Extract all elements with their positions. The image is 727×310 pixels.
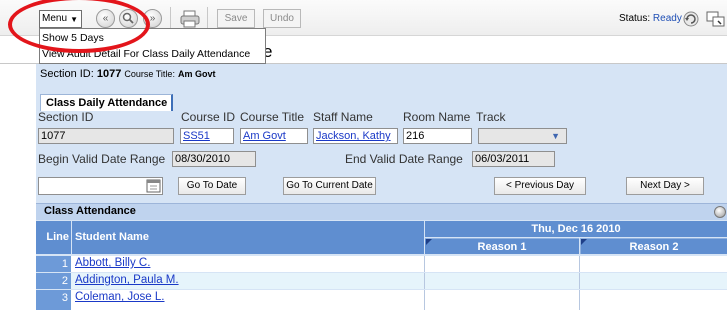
begin-date-field: 08/30/2010: [172, 151, 256, 167]
col-header-date: Thu, Dec 16 2010: [425, 221, 727, 237]
col-header-reason-2: Reason 2: [580, 238, 727, 254]
print-icon[interactable]: [179, 10, 201, 28]
student-name-link[interactable]: Addington, Paula M.: [75, 274, 179, 286]
section-id-label: Section ID:: [40, 68, 94, 80]
go-to-current-date-button[interactable]: Go To Current Date: [283, 177, 376, 195]
collapse-icon[interactable]: [714, 206, 726, 218]
begin-date-label: Begin Valid Date Range: [38, 152, 166, 166]
course-title-link[interactable]: Am Govt: [240, 128, 308, 144]
toolbar-divider: [207, 7, 208, 29]
course-title-value: Am Govt: [178, 69, 216, 79]
section-id-value: 1077: [96, 68, 122, 80]
previous-day-button[interactable]: < Previous Day: [494, 177, 586, 195]
reason-1-cell[interactable]: [424, 290, 579, 310]
col-header-line: Line: [36, 221, 71, 254]
go-to-date-button[interactable]: Go To Date: [178, 177, 246, 195]
table-row[interactable]: 3 Coleman, Jose L.: [36, 290, 727, 310]
next-day-button[interactable]: Next Day >: [626, 177, 704, 195]
windows-icon[interactable]: [706, 10, 727, 28]
student-name-link[interactable]: Coleman, Jose L.: [75, 291, 165, 303]
reason-2-cell[interactable]: [579, 290, 727, 310]
room-name-field[interactable]: 216: [403, 128, 472, 144]
tab-class-daily-attendance[interactable]: Class Daily Attendance: [40, 94, 174, 111]
end-date-field: 06/03/2011: [472, 151, 555, 167]
course-id-field-label: Course ID: [181, 110, 236, 124]
room-name-field-label: Room Name: [403, 110, 471, 124]
status-label: Status:: [619, 13, 651, 24]
staff-name-link[interactable]: Jackson, Kathy: [313, 128, 398, 144]
grid-title-bar: Class Attendance: [36, 203, 727, 220]
table-row[interactable]: 2 Addington, Paula M.: [36, 273, 727, 289]
grid-title: Class Attendance: [44, 205, 136, 217]
staff-name-field-label: Staff Name: [313, 110, 373, 124]
status-value: Ready: [652, 13, 682, 24]
reason-1-cell[interactable]: [424, 273, 579, 289]
track-field-label: Track: [476, 110, 506, 124]
toolbar-divider: [170, 7, 171, 29]
calendar-icon[interactable]: [145, 177, 163, 195]
table-row[interactable]: 1 Abbott, Billy C.: [36, 256, 727, 272]
chevron-down-icon: ▼: [551, 131, 560, 141]
track-select[interactable]: ▼: [478, 128, 567, 144]
section-id-field: 1077: [38, 128, 174, 144]
reason-1-cell[interactable]: [424, 256, 579, 272]
refresh-icon[interactable]: [682, 10, 700, 28]
undo-button[interactable]: Undo: [263, 9, 301, 28]
save-button[interactable]: Save: [217, 9, 255, 28]
reason-2-cell[interactable]: [579, 273, 727, 289]
course-title-label: Course Title:: [124, 69, 175, 79]
section-id-field-label: Section ID: [38, 110, 94, 124]
section-summary: Section ID: 1077 Course Title: Am Govt: [40, 68, 216, 80]
course-title-field-label: Course Title: [240, 110, 305, 124]
row-line-number: 2: [36, 273, 71, 289]
reason-2-cell[interactable]: [579, 256, 727, 272]
row-line-number: 1: [36, 256, 71, 272]
col-header-student-name[interactable]: Student Name: [72, 221, 424, 254]
col-header-reason-1: Reason 1: [425, 238, 579, 254]
course-id-link[interactable]: SS51: [180, 128, 234, 144]
status-text: Status: Ready: [619, 13, 682, 24]
row-line-number: 3: [36, 290, 71, 310]
student-name-link[interactable]: Abbott, Billy C.: [75, 257, 150, 269]
end-date-label: End Valid Date Range: [345, 152, 463, 166]
sort-marker-icon: [581, 239, 587, 245]
sort-marker-icon: [426, 239, 432, 245]
